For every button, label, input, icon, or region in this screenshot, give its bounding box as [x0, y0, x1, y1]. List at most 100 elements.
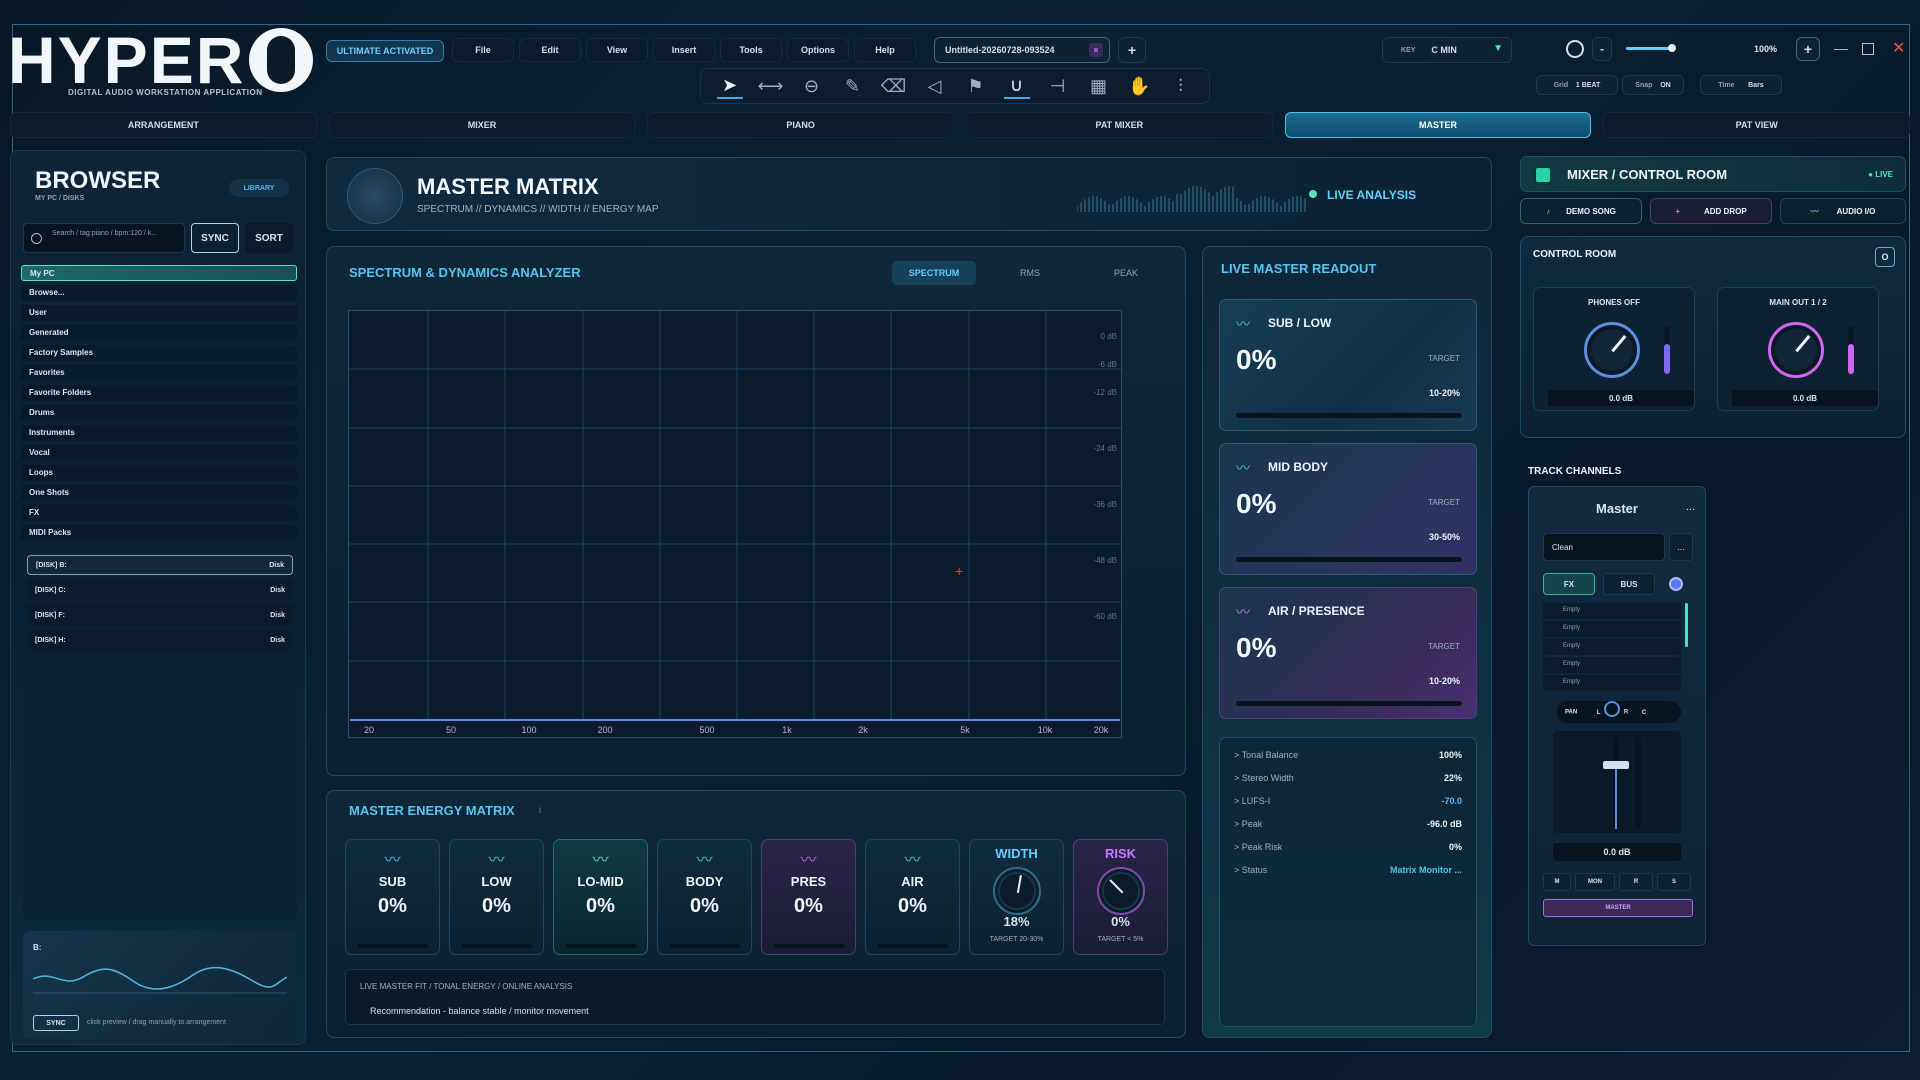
key-selector[interactable]: KEY C MIN ▼	[1382, 37, 1512, 63]
fader-handle[interactable]	[1603, 761, 1629, 769]
pan-control[interactable]: PAN L R C	[1557, 701, 1681, 723]
flag-icon[interactable]: ⚑	[963, 73, 989, 99]
list-item[interactable]: One Shots	[21, 485, 297, 501]
menu-options[interactable]: Options	[787, 38, 849, 62]
phones-knob[interactable]	[1584, 322, 1640, 378]
disk-item[interactable]: [DISK] C: Disk	[27, 580, 293, 600]
bus-button[interactable]: BUS	[1603, 573, 1655, 595]
license-badge[interactable]: ULTIMATE ACTIVATED	[326, 40, 444, 62]
sample-preview[interactable]: B: SYNC click preview / drag manually to…	[23, 931, 297, 1039]
menu-help[interactable]: Help	[854, 38, 916, 62]
add-drop-button[interactable]: + ADD DROP	[1650, 198, 1772, 224]
tab-rms[interactable]: RMS	[988, 261, 1072, 285]
tab-arrangement[interactable]: ARRANGEMENT	[10, 112, 317, 138]
fx-slot[interactable]: Empty	[1543, 639, 1681, 655]
preview-sync-button[interactable]: SYNC	[33, 1015, 79, 1031]
audio-io-button[interactable]: 〰 AUDIO I/O	[1780, 198, 1906, 224]
zoom-in-button[interactable]: +	[1796, 37, 1820, 61]
browser-sort-button[interactable]: SORT	[245, 223, 293, 253]
close-icon[interactable]: ✕	[1892, 38, 1905, 58]
magnet-icon[interactable]: ∪	[1003, 73, 1030, 99]
list-item[interactable]: Vocal	[21, 445, 297, 461]
info-icon[interactable]: i	[539, 805, 541, 815]
output-routing-button[interactable]: MASTER	[1543, 899, 1693, 917]
tab-mixer[interactable]: MIXER	[328, 112, 636, 138]
list-item[interactable]: My PC	[21, 265, 297, 281]
browser-sync-button[interactable]: SYNC	[191, 223, 239, 253]
tab-peak[interactable]: PEAK	[1084, 261, 1168, 285]
record-icon[interactable]	[1669, 577, 1683, 591]
list-item[interactable]: Browse...	[21, 285, 297, 301]
menu-file[interactable]: File	[452, 38, 514, 62]
width-knob[interactable]	[992, 867, 1041, 915]
menu-insert[interactable]: Insert	[653, 38, 715, 62]
zoom-slider[interactable]	[1626, 44, 1676, 52]
list-item[interactable]: Loops	[21, 465, 297, 481]
tab-pat-mixer[interactable]: PAT MIXER	[966, 112, 1273, 138]
spectrum-plot[interactable]: 0 dB -6 dB -12 dB -24 dB -36 dB -48 dB -60 dB 2…	[348, 310, 1122, 738]
demo-song-button[interactable]: ♪ DEMO SONG	[1520, 198, 1642, 224]
split-icon[interactable]: ⊣	[1045, 73, 1071, 99]
channel-preset-select[interactable]: Clean	[1543, 533, 1665, 561]
grid-setting[interactable]: Grid 1 BEAT	[1536, 75, 1618, 95]
menu-tools[interactable]: Tools	[720, 38, 782, 62]
channel-menu-button[interactable]: ...	[1686, 501, 1695, 513]
mute-button[interactable]: M	[1543, 873, 1571, 891]
eraser-icon[interactable]: ⌫	[881, 73, 907, 99]
stat-value[interactable]: Matrix Monitor ...	[1390, 865, 1462, 888]
solo-button[interactable]: S	[1657, 873, 1691, 891]
mute-icon[interactable]: ◁	[922, 73, 948, 99]
list-item[interactable]: User	[21, 305, 297, 321]
fx-slot[interactable]: Empty	[1543, 621, 1681, 637]
list-item[interactable]: Instruments	[21, 425, 297, 441]
list-item[interactable]: MIDI Packs	[21, 525, 297, 541]
monitor-button[interactable]: MON	[1575, 873, 1615, 891]
tab-pat-view[interactable]: PAT VIEW	[1603, 112, 1911, 138]
disk-item[interactable]: [DISK] B: Disk	[27, 555, 293, 575]
minimize-icon[interactable]: —	[1834, 40, 1848, 56]
sliders-icon[interactable]: ⫶	[1168, 73, 1194, 99]
fx-slot[interactable]: Empty	[1543, 603, 1681, 619]
snap-setting[interactable]: Snap ON	[1622, 75, 1684, 95]
pointer-icon[interactable]: ➤	[716, 73, 743, 99]
browser-search-input[interactable]: Search / tag:piano / bpm:120 / k...	[23, 223, 185, 253]
maximize-icon[interactable]	[1862, 43, 1874, 55]
search-icon[interactable]	[1566, 40, 1584, 58]
preset-menu-button[interactable]: ...	[1669, 533, 1693, 561]
range-icon[interactable]: ⟷	[758, 73, 784, 99]
tab-master[interactable]: MASTER	[1284, 112, 1592, 138]
new-project-button[interactable]: +	[1118, 37, 1146, 63]
list-item[interactable]: Favorites	[21, 365, 297, 381]
time-setting[interactable]: Time Bars	[1700, 75, 1782, 95]
pan-knob[interactable]	[1604, 701, 1621, 717]
slots-scrollbar[interactable]	[1685, 603, 1688, 647]
risk-knob[interactable]	[1096, 867, 1145, 915]
hand-icon[interactable]: ✋	[1127, 73, 1153, 99]
disk-item[interactable]: [DISK] F: Disk	[27, 605, 293, 625]
list-item[interactable]: Factory Samples	[21, 345, 297, 361]
library-badge[interactable]: LIBRARY	[229, 179, 289, 197]
pan-center-button[interactable]: C	[1642, 710, 1646, 716]
tab-piano[interactable]: PIANO	[647, 112, 955, 138]
project-tab[interactable]: Untitled-20260728-093524 ×	[934, 37, 1110, 63]
zoom-out-button[interactable]: -	[1592, 37, 1612, 61]
grid-icon[interactable]: ▦	[1086, 73, 1112, 99]
close-project-icon[interactable]: ×	[1089, 43, 1103, 57]
volume-fader[interactable]	[1553, 731, 1681, 833]
list-item[interactable]: FX	[21, 505, 297, 521]
menu-view[interactable]: View	[586, 38, 648, 62]
fx-button[interactable]: FX	[1543, 573, 1595, 595]
main-out-knob[interactable]	[1768, 322, 1824, 378]
list-item[interactable]: Generated	[21, 325, 297, 341]
pencil-icon[interactable]: ✎	[840, 73, 866, 99]
fx-slot[interactable]: Empty	[1543, 675, 1681, 691]
tab-spectrum[interactable]: SPECTRUM	[892, 261, 976, 285]
link-icon[interactable]: ⊖	[799, 73, 825, 99]
zoom-slider-handle[interactable]	[1668, 44, 1676, 52]
control-room-toggle[interactable]: O	[1875, 247, 1895, 267]
menu-edit[interactable]: Edit	[519, 38, 581, 62]
fx-slot[interactable]: Empty	[1543, 657, 1681, 673]
record-arm-button[interactable]: R	[1619, 873, 1653, 891]
list-item[interactable]: Drums	[21, 405, 297, 421]
disk-item[interactable]: [DISK] H: Disk	[27, 630, 293, 650]
